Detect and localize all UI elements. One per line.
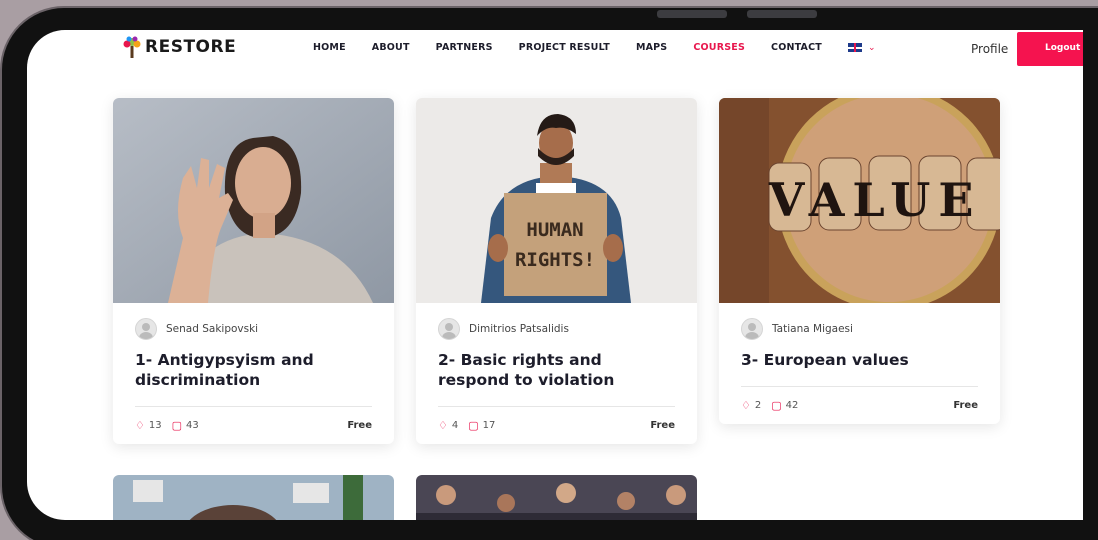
course-price: Free [650, 420, 675, 431]
course-card[interactable]: Senad Sakipovski 1- Antigypsyism and dis… [113, 98, 394, 444]
course-title[interactable]: 2- Basic rights and respond to violation [438, 350, 675, 390]
course-image: HUMAN RIGHTS! [416, 98, 697, 303]
nav-project-result[interactable]: PROJECT RESULT [519, 42, 610, 53]
nav-partners[interactable]: PARTNERS [436, 42, 493, 53]
lesson-count: 42 [785, 400, 799, 411]
course-image [113, 98, 394, 303]
site-logo[interactable]: RESTORE [123, 36, 236, 58]
course-price: Free [347, 420, 372, 431]
avatar [438, 318, 460, 340]
browser-viewport: RESTORE HOME ABOUT PARTNERS PROJECT RESU… [27, 30, 1083, 520]
tree-logo-icon [123, 36, 141, 58]
nav-courses[interactable]: COURSES [693, 42, 745, 53]
brand-name: RESTORE [145, 37, 237, 57]
user-icon: ♢ [741, 399, 751, 412]
book-icon: ▢ [468, 419, 479, 432]
student-count: 13 [148, 420, 162, 431]
course-meta: ♢ 13 ▢ 43 Free [135, 406, 372, 444]
user-icon: ♢ [135, 419, 145, 432]
logout-button[interactable]: Logout [1017, 32, 1083, 66]
avatar [741, 318, 763, 340]
course-title[interactable]: 1- Antigypsyism and discrimination [135, 350, 372, 390]
author-name: Tatiana Migaesi [772, 323, 853, 335]
user-icon: ♢ [438, 419, 448, 432]
sign-text-line2: RIGHTS! [515, 249, 595, 271]
course-title[interactable]: 3- European values [741, 350, 978, 370]
lesson-count: 43 [186, 420, 199, 431]
course-price: Free [953, 400, 978, 411]
uk-flag-icon [847, 43, 862, 52]
nav-home[interactable]: HOME [313, 42, 346, 53]
device-button [747, 10, 817, 18]
language-selector[interactable]: ⌄ [847, 42, 876, 53]
book-icon: ▢ [771, 399, 782, 412]
course-image: VALUE [719, 98, 1000, 303]
course-image [113, 475, 394, 520]
course-card-partial[interactable] [416, 475, 697, 520]
main-menu: HOME ABOUT PARTNERS PROJECT RESULT MAPS … [313, 42, 876, 53]
chevron-down-icon: ⌄ [867, 42, 876, 53]
course-author[interactable]: Tatiana Migaesi [741, 318, 978, 340]
lesson-count: 17 [482, 420, 496, 431]
course-image [416, 475, 697, 520]
author-name: Dimitrios Patsalidis [469, 323, 569, 335]
sign-text-line1: HUMAN [526, 219, 583, 241]
student-count: 2 [754, 400, 762, 411]
nav-maps[interactable]: MAPS [636, 42, 667, 53]
value-text: VALUE [768, 173, 982, 227]
book-icon: ▢ [171, 419, 183, 432]
profile-link[interactable]: Profile [971, 42, 1008, 56]
course-author[interactable]: Dimitrios Patsalidis [438, 318, 675, 340]
nav-about[interactable]: ABOUT [372, 42, 410, 53]
device-button [657, 10, 727, 18]
course-card[interactable]: VALUE Tatiana Migaesi 3- European values… [719, 98, 1000, 424]
top-navigation: RESTORE HOME ABOUT PARTNERS PROJECT RESU… [27, 30, 1083, 70]
course-meta: ♢ 4 ▢ 17 Free [438, 406, 675, 444]
nav-contact[interactable]: CONTACT [771, 42, 822, 53]
course-author[interactable]: Senad Sakipovski [135, 318, 372, 340]
author-name: Senad Sakipovski [166, 323, 259, 335]
course-card-partial[interactable] [113, 475, 394, 520]
course-card[interactable]: HUMAN RIGHTS! Dimitrios Patsalidis 2- Ba… [416, 98, 697, 444]
avatar [135, 318, 157, 340]
student-count: 4 [451, 420, 459, 431]
course-meta: ♢ 2 ▢ 42 Free [741, 386, 978, 424]
